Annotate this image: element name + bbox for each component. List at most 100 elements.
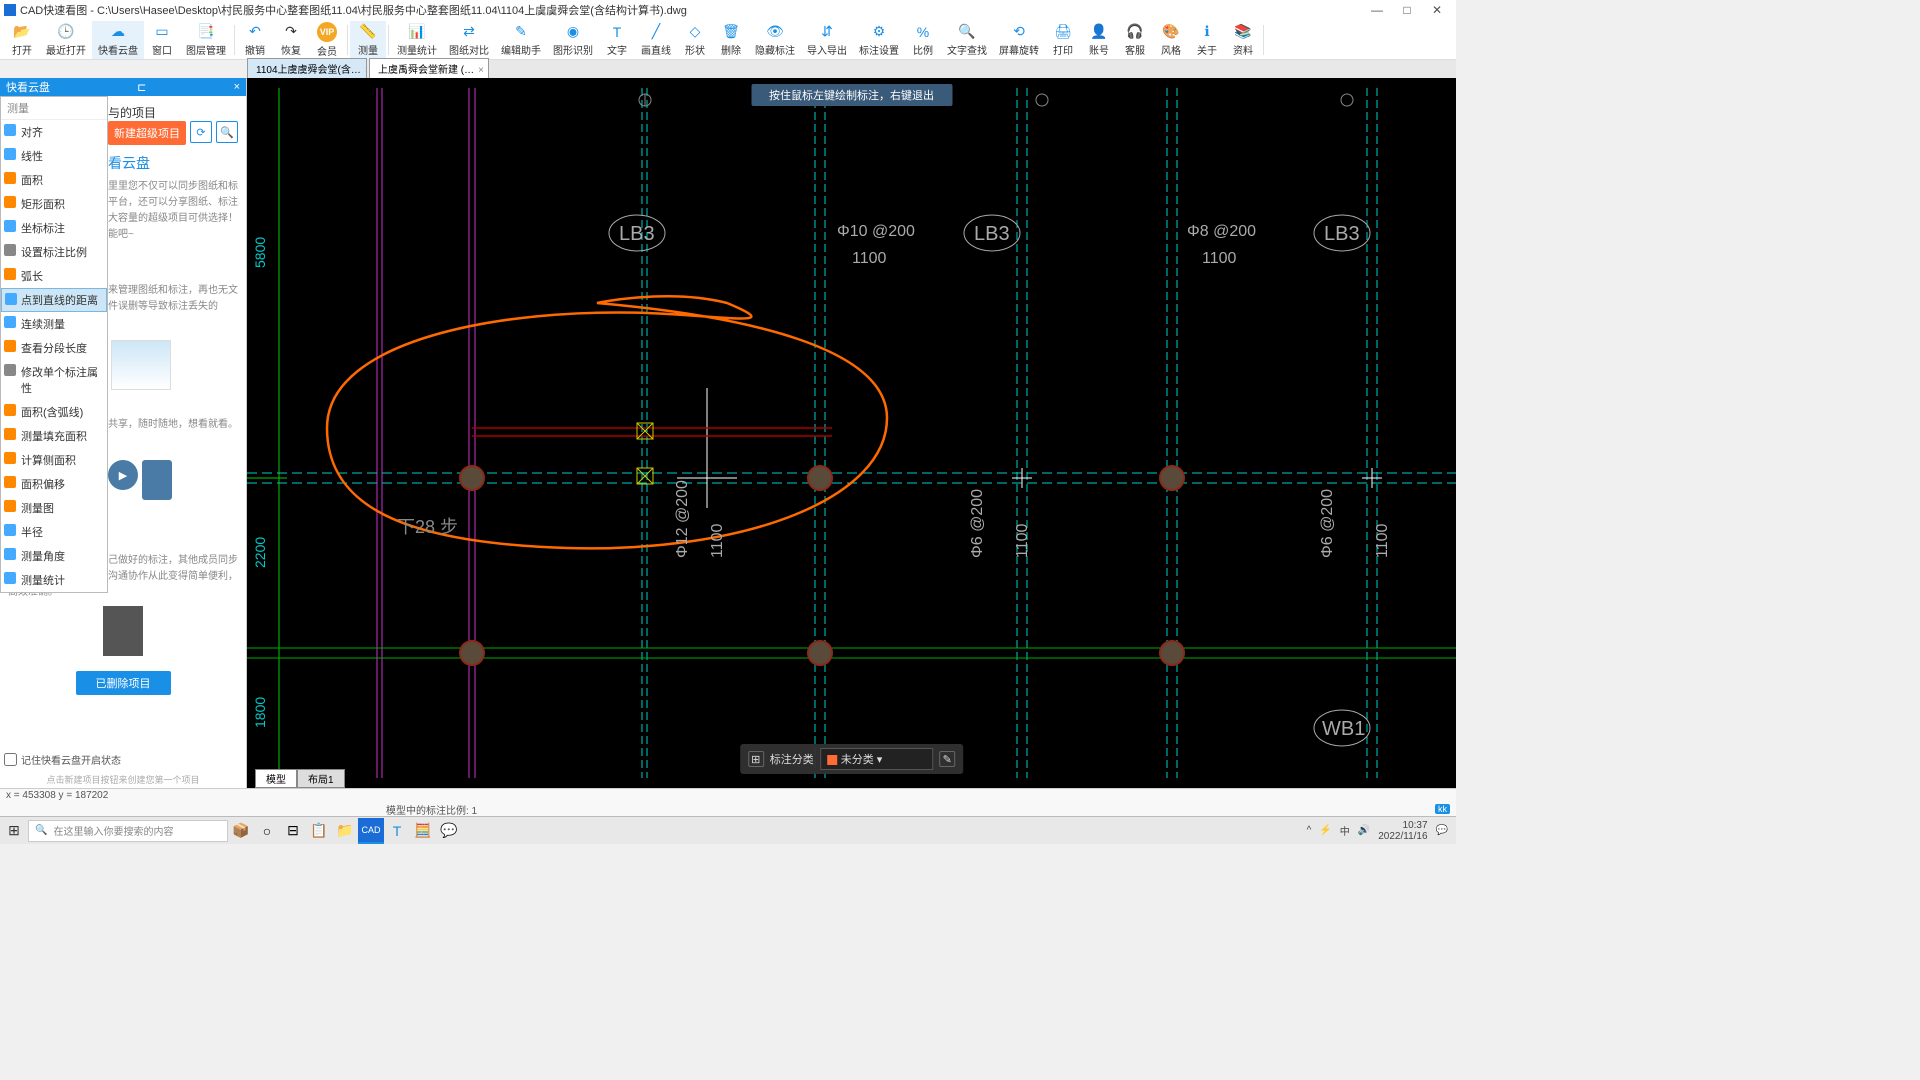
close-button[interactable]: ✕: [1422, 3, 1452, 17]
toolbar-撤销[interactable]: ↶撤销: [237, 21, 273, 59]
start-button[interactable]: ⊞: [0, 817, 28, 845]
measure-item-icon: [4, 572, 16, 584]
taskbar-search[interactable]: 🔍 在这里输入你要搜索的内容: [28, 820, 228, 842]
maximize-button[interactable]: □: [1392, 3, 1422, 17]
toolbar-文字查找[interactable]: 🔍文字查找: [941, 21, 993, 59]
wechat-icon[interactable]: 💬: [436, 818, 462, 844]
file-tab-2[interactable]: 上虞禹舜会堂新建 (…×: [369, 58, 489, 78]
network-icon[interactable]: ⚡: [1319, 825, 1331, 836]
taskbar-app-1[interactable]: 📦: [228, 818, 254, 844]
measure-item-14[interactable]: 面积偏移: [1, 472, 107, 496]
deleted-projects-button[interactable]: 已删除项目: [76, 671, 171, 695]
measure-item-icon: [4, 316, 16, 328]
toolbar-打印[interactable]: 🖨打印: [1045, 21, 1081, 59]
pin-icon[interactable]: ⊏: [137, 81, 146, 94]
toolbar-图形识别[interactable]: ◉图形识别: [547, 21, 599, 59]
measure-item-1[interactable]: 线性: [1, 144, 107, 168]
measure-item-16[interactable]: 半径: [1, 520, 107, 544]
svg-text:LB3: LB3: [974, 223, 1010, 245]
layout1-tab[interactable]: 布局1: [297, 769, 345, 788]
toolbar-icon: 📊: [408, 23, 426, 41]
toolbar-icon: ☁: [109, 23, 127, 41]
measure-item-icon: [4, 172, 16, 184]
file-tab-1[interactable]: 1104上虞虞舜会堂(含…×: [247, 58, 367, 78]
toolbar-账号[interactable]: 👤账号: [1081, 21, 1117, 59]
taskview-icon[interactable]: ⊟: [280, 818, 306, 844]
volume-icon[interactable]: 🔊: [1358, 825, 1370, 836]
notification-icon[interactable]: 💬: [1436, 825, 1448, 836]
toolbar-最近打开[interactable]: 🕒最近打开: [40, 21, 92, 59]
toolbar-快看云盘[interactable]: ☁快看云盘: [92, 21, 144, 59]
remember-checkbox[interactable]: 记住快看云盘开启状态: [0, 748, 246, 771]
measure-item-6[interactable]: 弧长: [1, 264, 107, 288]
model-tab[interactable]: 模型: [255, 769, 297, 788]
toolbar-文字[interactable]: T文字: [599, 21, 635, 59]
toolbar-风格[interactable]: 🎨风格: [1153, 21, 1189, 59]
close-icon[interactable]: ×: [365, 65, 367, 76]
measure-item-9[interactable]: 查看分段长度: [1, 336, 107, 360]
measure-item-18[interactable]: 测量统计: [1, 568, 107, 592]
measure-dropdown-header: 测量: [1, 97, 107, 120]
ime-indicator[interactable]: 中: [1340, 823, 1350, 838]
toolbar-标注设置[interactable]: ⚙标注设置: [853, 21, 905, 59]
toolbar-图纸对比[interactable]: ⇄图纸对比: [443, 21, 495, 59]
measure-item-3[interactable]: 矩形面积: [1, 192, 107, 216]
toolbar-隐藏标注[interactable]: 👁隐藏标注: [749, 21, 801, 59]
toolbar-打开[interactable]: 📂打开: [4, 21, 40, 59]
close-icon[interactable]: ×: [234, 81, 240, 93]
markup-category-select[interactable]: 未分类 ▾: [820, 748, 934, 770]
clock[interactable]: 10:37 2022/11/16: [1378, 820, 1427, 842]
refresh-button[interactable]: ⟳: [190, 121, 212, 143]
measure-item-11[interactable]: 面积(含弧线): [1, 400, 107, 424]
measure-item-8[interactable]: 连续测量: [1, 312, 107, 336]
measure-item-5[interactable]: 设置标注比例: [1, 240, 107, 264]
measure-item-17[interactable]: 测量角度: [1, 544, 107, 568]
minimize-button[interactable]: —: [1362, 3, 1392, 17]
toolbar-测量统计[interactable]: 📊测量统计: [391, 21, 443, 59]
measure-item-15[interactable]: 测量图: [1, 496, 107, 520]
cloud-desc-1: 里里您不仅可以同步图纸和标平台，还可以分享图纸、标注大容量的超级项目可供选择！能…: [108, 179, 238, 243]
measure-item-10[interactable]: 修改单个标注属性: [1, 360, 107, 400]
toolbar-客服[interactable]: 🎧客服: [1117, 21, 1153, 59]
measure-item-4[interactable]: 坐标标注: [1, 216, 107, 240]
markup-label: 标注分类: [770, 751, 814, 767]
toolbar-删除[interactable]: 🗑删除: [713, 21, 749, 59]
measure-item-icon: [4, 220, 16, 232]
layout-tabs: 模型 布局1: [255, 769, 345, 788]
toolbar-形状[interactable]: ◇形状: [677, 21, 713, 59]
taskbar-app-3[interactable]: T: [384, 818, 410, 844]
measure-item-13[interactable]: 计算侧面积: [1, 448, 107, 472]
toolbar-测量[interactable]: 📏测量: [350, 21, 386, 59]
calc-icon[interactable]: 🧮: [410, 818, 436, 844]
explorer-icon[interactable]: 📁: [332, 818, 358, 844]
cad-app-icon[interactable]: CAD: [358, 818, 384, 844]
measure-item-7[interactable]: 点到直线的距离: [1, 288, 107, 312]
cortana-icon[interactable]: ○: [254, 818, 280, 844]
measure-item-0[interactable]: 对齐: [1, 120, 107, 144]
measure-item-12[interactable]: 测量填充面积: [1, 424, 107, 448]
drawing-canvas[interactable]: 按住鼠标左键绘制标注，右键退出: [247, 78, 1456, 788]
toolbar-恢复[interactable]: ↷恢复: [273, 21, 309, 59]
toolbar-比例[interactable]: %比例: [905, 21, 941, 59]
toolbar-icon: 🎨: [1162, 23, 1180, 41]
new-project-button[interactable]: 新建超级项目: [108, 121, 186, 145]
toolbar-画直线[interactable]: ╱画直线: [635, 21, 677, 59]
search-button[interactable]: 🔍: [216, 121, 238, 143]
system-tray[interactable]: ^ ⚡ 中 🔊 10:37 2022/11/16 💬: [1299, 820, 1456, 842]
toolbar-导入导出[interactable]: ⇵导入导出: [801, 21, 853, 59]
status-badge[interactable]: kk: [1435, 804, 1450, 814]
toolbar-图层管理[interactable]: 📑图层管理: [180, 21, 232, 59]
toolbar-编辑助手[interactable]: ✎编辑助手: [495, 21, 547, 59]
toolbar-会员[interactable]: VIP会员: [309, 20, 345, 60]
remember-checkbox-input[interactable]: [4, 753, 17, 766]
taskbar-app-2[interactable]: 📋: [306, 818, 332, 844]
chevron-up-icon[interactable]: ^: [1307, 825, 1312, 836]
edit-icon[interactable]: ✎: [939, 751, 955, 767]
toolbar-屏幕旋转[interactable]: ⟲屏幕旋转: [993, 21, 1045, 59]
grid-icon[interactable]: ⊞: [748, 751, 764, 767]
close-icon[interactable]: ×: [478, 65, 484, 76]
toolbar-关于[interactable]: ℹ关于: [1189, 21, 1225, 59]
toolbar-窗口[interactable]: ▭窗口: [144, 21, 180, 59]
measure-item-2[interactable]: 面积: [1, 168, 107, 192]
toolbar-资料[interactable]: 📚资料: [1225, 21, 1261, 59]
